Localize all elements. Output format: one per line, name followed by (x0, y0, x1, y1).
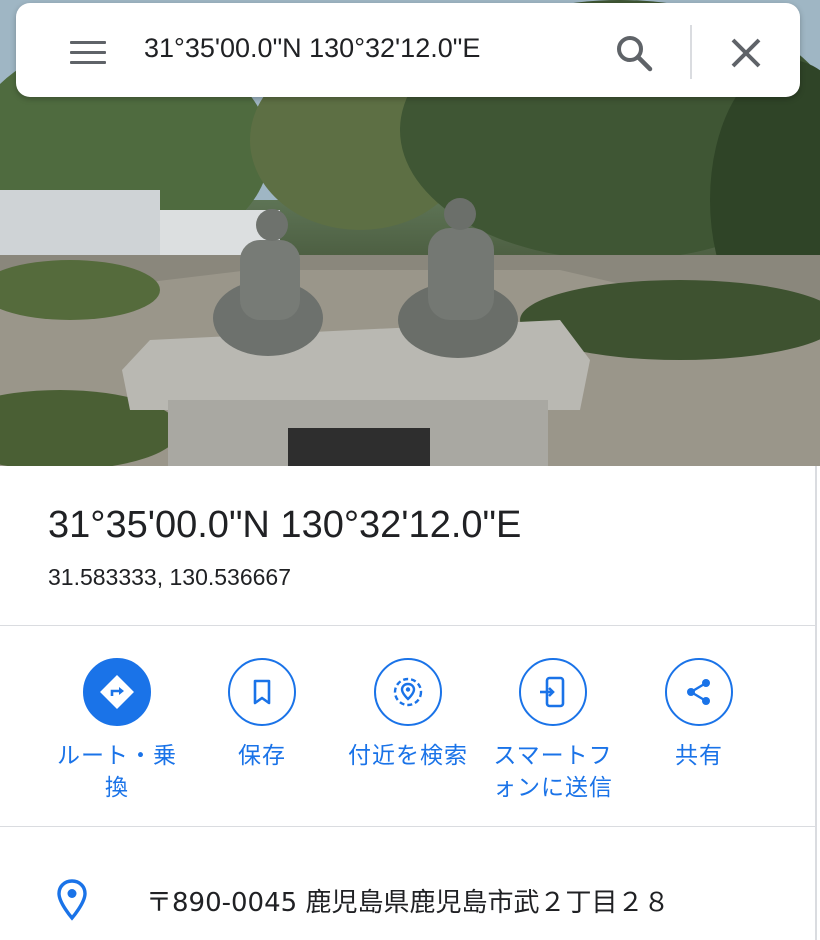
nearby-search-button[interactable]: 付近を検索 (333, 658, 483, 772)
search-input[interactable]: 31°35'00.0"N 130°32'12.0"E (144, 33, 480, 64)
location-pin-icon (56, 878, 88, 922)
directions-button[interactable]: ルート・乗換 (42, 658, 192, 804)
directions-icon (83, 658, 151, 726)
share-button[interactable]: 共有 (624, 658, 774, 772)
share-icon (665, 658, 733, 726)
decimal-coordinates: 31.583333, 130.536667 (48, 564, 292, 590)
send-to-phone-button[interactable]: スマートフォンに送信 (478, 658, 628, 804)
nearby-search-label: 付近を検索 (348, 743, 468, 769)
place-title: 31°35'00.0"N 130°32'12.0"E (48, 504, 522, 546)
search-bar: 31°35'00.0"N 130°32'12.0"E (16, 3, 800, 97)
nearby-search-icon (374, 658, 442, 726)
send-to-phone-icon (519, 658, 587, 726)
save-label: 保存 (238, 743, 286, 769)
share-label: 共有 (675, 743, 723, 769)
divider (0, 826, 816, 827)
directions-label: ルート・乗換 (57, 743, 177, 801)
hamburger-menu-icon[interactable] (70, 41, 106, 65)
bookmark-icon (228, 658, 296, 726)
send-to-phone-label: スマートフォンに送信 (493, 743, 613, 801)
save-button[interactable]: 保存 (187, 658, 337, 772)
divider (0, 625, 816, 626)
address-text[interactable]: 〒890-0045 鹿児島県鹿児島市武２丁目２８ (146, 882, 669, 919)
search-icon[interactable] (614, 33, 654, 73)
search-divider (690, 25, 692, 79)
close-icon[interactable] (726, 33, 766, 73)
panel-edge (815, 466, 817, 940)
